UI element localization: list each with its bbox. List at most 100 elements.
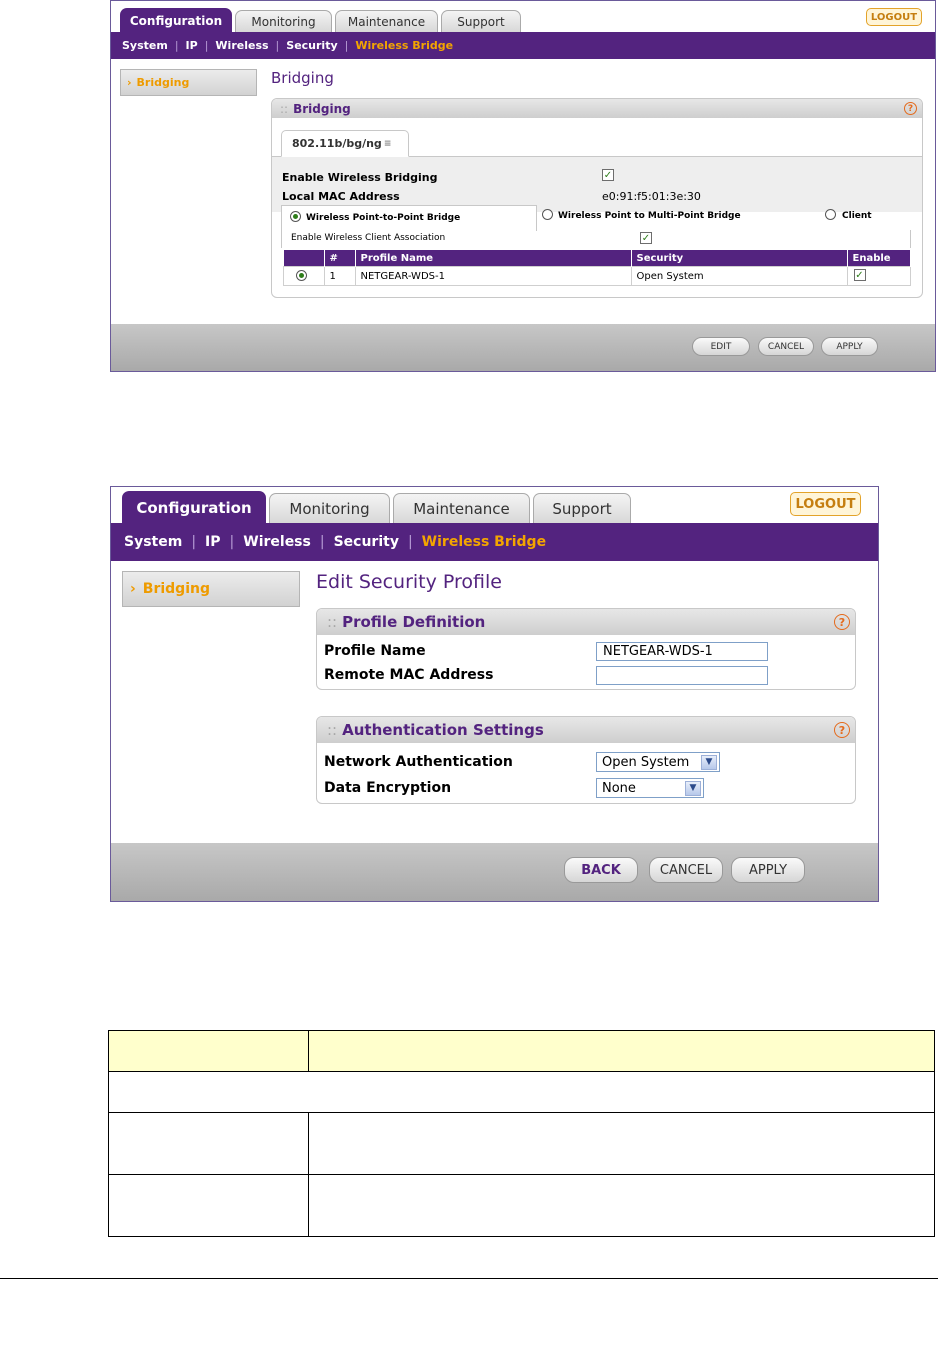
- settings-area: [272, 157, 922, 212]
- point-to-multipoint-label: Wireless Point to Multi-Point Bridge: [558, 211, 741, 221]
- tab-support[interactable]: Support: [441, 10, 521, 32]
- page-title: Edit Security Profile: [316, 571, 502, 593]
- tab-configuration[interactable]: Configuration: [120, 8, 232, 32]
- client-association-checkbox[interactable]: ✓: [640, 232, 652, 244]
- header-cell: [109, 1031, 309, 1071]
- apply-button[interactable]: APPLY: [731, 857, 805, 883]
- chevron-down-icon: ▼: [701, 754, 717, 770]
- table-row: [109, 1113, 934, 1175]
- help-icon[interactable]: ?: [834, 614, 850, 630]
- client-label: Client: [842, 211, 872, 221]
- cancel-button[interactable]: CANCEL: [649, 857, 723, 883]
- subnav-separator: |: [319, 534, 325, 550]
- back-button[interactable]: BACK: [564, 857, 638, 883]
- row-enable-cell: ✓: [846, 266, 911, 286]
- help-icon[interactable]: ?: [904, 102, 917, 115]
- tab-monitoring[interactable]: Monitoring: [269, 493, 390, 523]
- edit-security-profile-screenshot: Configuration Monitoring Maintenance Sup…: [110, 486, 879, 902]
- profile-name-input[interactable]: [596, 642, 768, 661]
- column-header-profile-name: Profile Name: [355, 250, 632, 267]
- network-authentication-select[interactable]: Open System ▼: [596, 752, 720, 772]
- subnav-separator: |: [204, 39, 209, 52]
- apply-button[interactable]: APPLY: [821, 337, 878, 356]
- subnav-system[interactable]: System: [124, 534, 182, 550]
- profiles-table: # Profile Name Security Enable 1 NETGEAR…: [283, 250, 911, 286]
- bridging-screenshot: Configuration Monitoring Maintenance Sup…: [110, 0, 936, 372]
- subnav-security[interactable]: Security: [286, 39, 337, 52]
- authentication-settings-panel: :: Authentication Settings ? Network Aut…: [316, 716, 856, 804]
- row-enable-checkbox[interactable]: ✓: [853, 269, 866, 281]
- table-header-row: [109, 1031, 934, 1072]
- profile-name-label: Profile Name: [324, 643, 426, 659]
- row-number: 1: [323, 266, 356, 286]
- tab-maintenance[interactable]: Maintenance: [335, 10, 438, 32]
- panel-title: Authentication Settings: [342, 721, 544, 739]
- page-title: Bridging: [271, 69, 334, 87]
- network-authentication-value: Open System: [602, 754, 690, 770]
- radio-point-to-point[interactable]: [290, 211, 301, 222]
- table-cell: [109, 1175, 309, 1236]
- sidebar-item-bridging[interactable]: › Bridging: [120, 69, 257, 96]
- chevron-right-icon: ›: [130, 581, 136, 597]
- sidebar-item-bridging[interactable]: › Bridging: [122, 571, 300, 607]
- tab-monitoring[interactable]: Monitoring: [235, 10, 332, 32]
- subnav-wireless-bridge[interactable]: Wireless Bridge: [355, 39, 453, 52]
- local-mac-address-label: Local MAC Address: [282, 190, 400, 203]
- point-to-point-label: Wireless Point-to-Point Bridge: [306, 213, 461, 223]
- subnav-ip[interactable]: IP: [186, 39, 198, 52]
- tab-maintenance[interactable]: Maintenance: [393, 493, 530, 523]
- subnav-separator: |: [275, 39, 280, 52]
- data-encryption-select[interactable]: None ▼: [596, 778, 704, 798]
- logout-button[interactable]: LOGOUT: [790, 492, 861, 516]
- data-encryption-value: None: [602, 780, 636, 796]
- panel-title: Bridging: [293, 101, 351, 116]
- settings-description-table: [108, 1030, 935, 1237]
- main-tabs: Configuration Monitoring Maintenance Sup…: [111, 1, 935, 32]
- subnav-wireless-bridge[interactable]: Wireless Bridge: [422, 534, 546, 550]
- subnav-system[interactable]: System: [122, 39, 168, 52]
- grip-dots-icon: ::: [280, 101, 289, 116]
- radio-point-to-multipoint[interactable]: [542, 209, 553, 220]
- subnav-wireless[interactable]: Wireless: [243, 534, 311, 550]
- cancel-button[interactable]: CANCEL: [758, 337, 814, 356]
- page-footer-rule: [0, 1278, 938, 1279]
- remote-mac-address-input[interactable]: [596, 666, 768, 685]
- panel-header: :: Profile Definition: [317, 609, 855, 635]
- help-icon[interactable]: ?: [834, 722, 850, 738]
- tab-support[interactable]: Support: [533, 493, 631, 523]
- table-row: [109, 1175, 934, 1236]
- header-cell: [309, 1031, 934, 1071]
- network-authentication-label: Network Authentication: [324, 754, 513, 770]
- sidebar-item-label: Bridging: [136, 76, 190, 89]
- main-tabs: Configuration Monitoring Maintenance Sup…: [111, 487, 878, 523]
- panel-header: :: Authentication Settings: [317, 717, 855, 743]
- edit-button[interactable]: EDIT: [692, 337, 750, 356]
- tab-configuration[interactable]: Configuration: [122, 491, 266, 523]
- client-association-label: Enable Wireless Client Association: [291, 233, 446, 243]
- table-cell: [309, 1175, 934, 1236]
- remote-mac-address-label: Remote MAC Address: [324, 667, 494, 683]
- panel-title: Profile Definition: [342, 613, 486, 631]
- mode-tab-label: 802.11b/bg/ng: [292, 137, 382, 150]
- enable-wireless-bridging-checkbox[interactable]: ✓: [602, 169, 614, 181]
- logout-button[interactable]: LOGOUT: [866, 8, 922, 26]
- row-select-radio[interactable]: [296, 270, 307, 281]
- bridging-panel: :: Bridging ? 802.11b/bg/ng ≡ Enable Wir…: [271, 98, 923, 298]
- subnav-ip[interactable]: IP: [205, 534, 220, 550]
- local-mac-address-value: e0:91:f5:01:3e:30: [602, 190, 701, 203]
- subnav-security[interactable]: Security: [334, 534, 399, 550]
- action-footer: EDIT CANCEL APPLY: [111, 324, 935, 371]
- profile-definition-panel: :: Profile Definition ? Profile Name Rem…: [316, 608, 856, 690]
- grip-dots-icon: ::: [327, 613, 338, 631]
- radio-client[interactable]: [825, 209, 836, 220]
- table-cell: [109, 1113, 309, 1174]
- subnav-wireless[interactable]: Wireless: [215, 39, 268, 52]
- table-cell: [309, 1113, 934, 1174]
- wifi-signal-icon: ≡: [383, 138, 392, 149]
- sub-navigation: System | IP | Wireless | Security | Wire…: [111, 523, 878, 561]
- grip-dots-icon: ::: [327, 721, 338, 739]
- row-select-cell: [283, 266, 325, 286]
- mode-tab-80211[interactable]: 802.11b/bg/ng ≡: [281, 130, 409, 157]
- sub-navigation: System | IP | Wireless | Security | Wire…: [111, 32, 935, 59]
- subnav-separator: |: [191, 534, 197, 550]
